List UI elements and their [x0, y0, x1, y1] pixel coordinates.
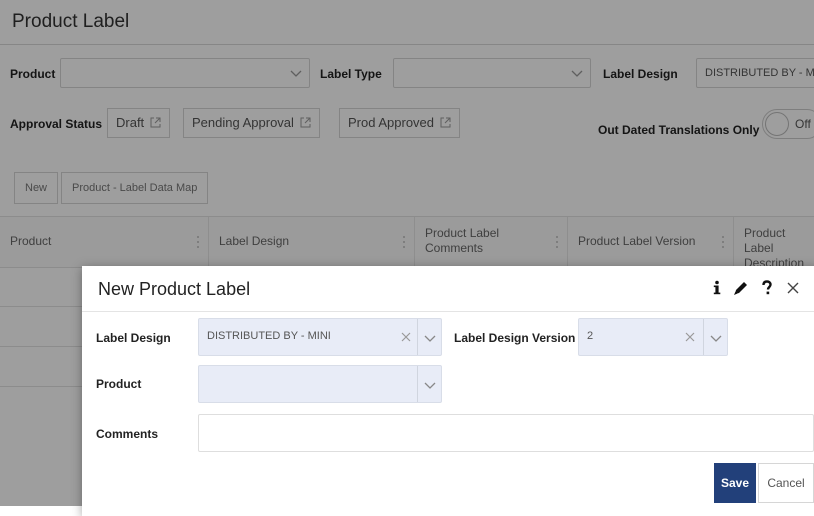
cancel-button[interactable]: Cancel	[758, 463, 814, 503]
save-button[interactable]: Save	[714, 463, 756, 503]
dialog-header: New Product Label	[82, 266, 814, 312]
label-design-select[interactable]: DISTRIBUTED BY - MINI	[198, 318, 442, 356]
info-icon[interactable]	[708, 279, 726, 297]
close-icon[interactable]	[784, 279, 802, 297]
field-separator	[417, 366, 418, 402]
product-field-label: Product	[96, 377, 142, 391]
field-separator	[417, 319, 418, 355]
label-design-version-field-label: Label Design Version	[454, 331, 576, 345]
label-design-field-label: Label Design	[96, 331, 171, 345]
chevron-down-icon[interactable]	[423, 331, 437, 345]
edit-icon[interactable]	[732, 279, 750, 297]
chevron-down-icon[interactable]	[709, 331, 723, 345]
chevron-down-icon[interactable]	[423, 378, 437, 392]
label-design-value: DISTRIBUTED BY - MINI	[207, 330, 331, 342]
clear-icon[interactable]	[683, 330, 697, 344]
comments-input[interactable]	[198, 414, 814, 452]
help-icon[interactable]	[758, 279, 776, 297]
new-product-label-dialog: New Product Label Label Design DISTRIBUT…	[82, 266, 814, 516]
label-design-version-select[interactable]: 2	[578, 318, 728, 356]
label-design-version-value: 2	[587, 330, 594, 342]
field-separator	[703, 319, 704, 355]
dialog-title: New Product Label	[98, 279, 251, 299]
comments-field-label: Comments	[96, 427, 159, 441]
product-select[interactable]	[198, 365, 442, 403]
clear-icon[interactable]	[399, 330, 413, 344]
